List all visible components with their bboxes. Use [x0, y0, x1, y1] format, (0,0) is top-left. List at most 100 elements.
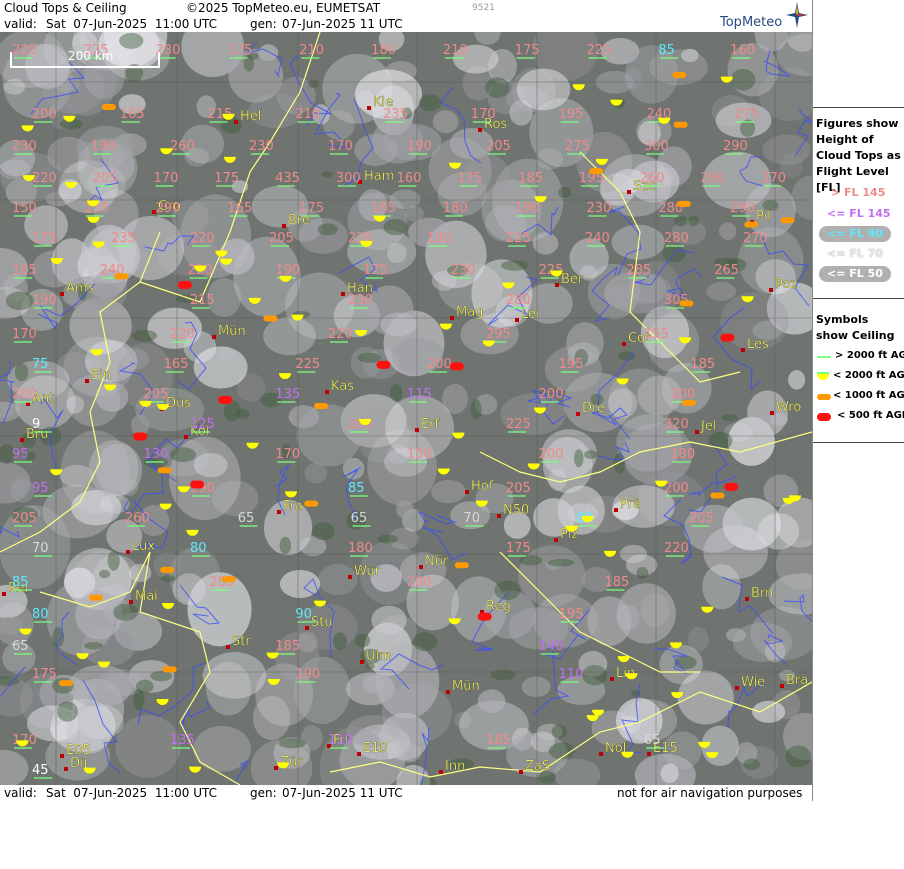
ceiling-yellow-symbol [452, 432, 465, 439]
symbols-title: Symbols show Ceiling [816, 313, 895, 342]
ground-patch [131, 329, 157, 342]
place-label: Ams [66, 281, 95, 296]
ground-patch [636, 567, 649, 580]
copyright-text: ©2025 TopMeteo.eu, EUMETSAT [186, 1, 381, 15]
ceiling-orange-symbol [676, 200, 691, 207]
ground-patch [278, 738, 306, 749]
cloud-top-figure: 195 [559, 607, 584, 622]
place-label: N50 [503, 503, 529, 518]
place-label: ZaS [525, 759, 550, 774]
map-canvas: KieHelRosHamSzcGroBre PilBerAms HanMag LeiP… [0, 32, 812, 785]
cloud-patch [788, 370, 806, 390]
cloud-patch [300, 725, 323, 751]
ground-patch [150, 670, 173, 682]
cloud-top-figure: 180 [427, 231, 452, 246]
place-label: Reg [486, 599, 511, 614]
ground-patch [584, 450, 598, 460]
ceiling-orange-symbol [263, 315, 278, 322]
cloud-top-figure: 95 [32, 481, 49, 496]
cloud-top-figure: 170 [12, 327, 37, 342]
cloud-top-figure: 275 [734, 107, 759, 122]
header-row-top: Cloud Tops & Ceiling ©2025 TopMeteo.eu, … [0, 0, 812, 16]
cloud-top-figure: 210 [295, 107, 320, 122]
cloud-top-figure: 85 [348, 481, 365, 496]
cloud-patch [516, 68, 571, 111]
cloud-top-figure: 9 [32, 417, 40, 432]
place-label: Hof [471, 479, 494, 494]
cloud-top-figure: 275 [565, 139, 590, 154]
ground-patch [573, 449, 584, 468]
cloud-patch [296, 404, 362, 467]
cloud-top-figure: 320 [664, 417, 689, 432]
cloud-top-figure: 300 [644, 139, 669, 154]
cloud-top-figure: 130 [144, 447, 169, 462]
cloud-patch [706, 281, 737, 301]
place-marker [282, 224, 286, 228]
cloud-top-figure: 205 [93, 171, 118, 186]
cloud-patch [611, 224, 665, 260]
cloud-patch [318, 563, 358, 596]
place-marker [515, 318, 519, 322]
valid-label: valid: [4, 17, 37, 31]
cloud-top-figure: 220 [664, 541, 689, 556]
ground-patch [113, 603, 139, 621]
footer-gen-label: gen: [250, 786, 277, 800]
place-marker [647, 752, 651, 756]
valid-value: Sat 07-Jun-2025 11:00 UTC [46, 17, 218, 31]
ground-patch [730, 68, 756, 91]
ground-patch [551, 724, 567, 739]
place-label: Ham [364, 169, 394, 184]
satellite-map[interactable]: Kie Hel Ros Ham Szc Gro Bre Pil Ber Ams Han Mag Lei P… [0, 32, 812, 785]
ceiling-red-symbol [190, 480, 205, 489]
place-marker [745, 597, 749, 601]
footer-valid-label: valid: [4, 786, 37, 800]
place-label: Hel [240, 109, 261, 124]
ceiling-yellow-symbol [617, 656, 630, 663]
ground-patch [708, 431, 733, 450]
legend-title: Figures show Height of Cloud Tops as Fli… [816, 117, 901, 194]
gen-label: gen: [250, 17, 277, 31]
footer-valid-value: Sat 07-Jun-2025 11:00 UTC [46, 786, 218, 800]
ground-patch [785, 745, 812, 768]
footer-gen-value: 07-Jun-2025 11 UTC [282, 786, 403, 800]
ground-patch [631, 689, 641, 697]
ceiling-yellow-symbol [246, 442, 259, 449]
cloud-patch [218, 238, 255, 275]
ground-patch [317, 223, 338, 236]
cloud-top-figure: 190 [91, 139, 116, 154]
place-marker [735, 686, 739, 690]
legend-sidebar: Figures show Height of Cloud Tops as Fli… [812, 0, 904, 801]
ceiling-orange-icon [817, 394, 831, 400]
legend-divider [813, 107, 904, 108]
place-marker [599, 752, 603, 756]
cloud-top-figure: 170 [328, 139, 353, 154]
cloud-patch [395, 500, 414, 519]
legend-divider-2 [813, 298, 904, 299]
cloud-patch [97, 668, 141, 696]
legend-divider-3 [813, 442, 904, 443]
legend-item-fl-le145: <= FL 145 [827, 207, 891, 220]
place-marker [360, 660, 364, 664]
place-marker [576, 412, 580, 416]
cloud-top-figure: 110 [559, 667, 584, 682]
ground-patch [5, 291, 34, 311]
place-marker [20, 438, 24, 442]
cloud-top-figure: 225 [506, 417, 531, 432]
ceiling-red-symbol [477, 612, 492, 621]
cloud-top-figure: 220 [170, 327, 195, 342]
cloud-patch [616, 583, 676, 644]
place-label: Lei [521, 307, 540, 322]
cloud-top-figure: 175 [227, 43, 252, 58]
cloud-top-figure: 85 [12, 575, 29, 590]
ceiling-orange-symbol [221, 576, 236, 583]
cloud-top-figure: 230 [451, 263, 476, 278]
ceiling-yellow-symbol [701, 606, 714, 613]
cloud-top-figure: 300 [336, 171, 361, 186]
ceiling-yellow-symbol [156, 699, 169, 706]
cloud-top-figure: 290 [730, 201, 755, 216]
ceiling-yellow-symbol [527, 463, 540, 470]
cloud-patch [702, 564, 741, 610]
cloud-top-figure: 200 [539, 387, 564, 402]
cloud-top-figure: 205 [486, 139, 511, 154]
footer-row: valid: Sat 07-Jun-2025 11:00 UTC gen: 07… [0, 785, 812, 801]
